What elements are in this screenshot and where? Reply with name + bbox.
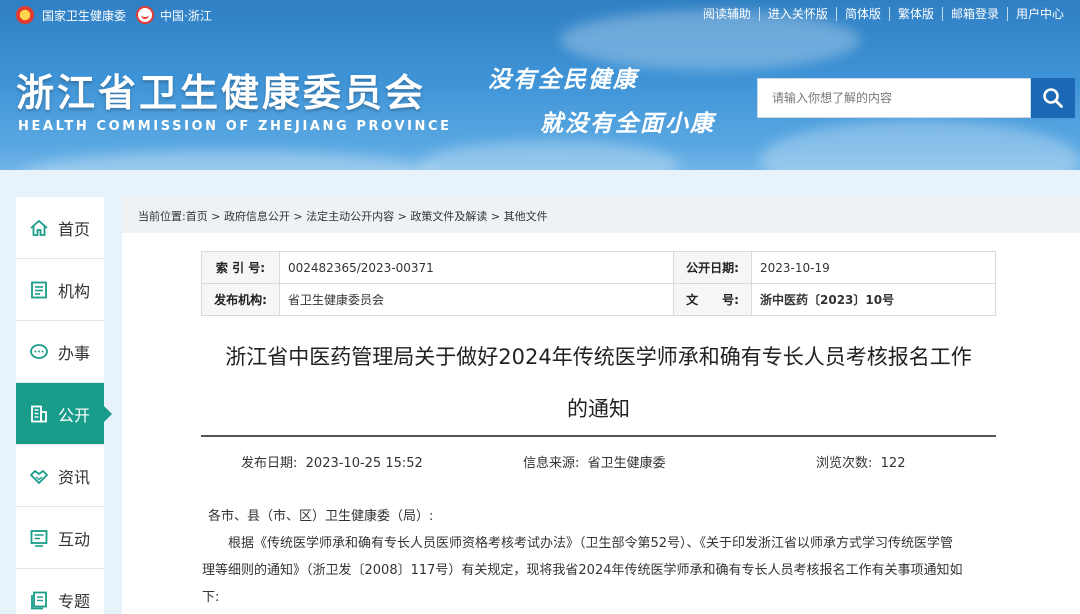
sidebar-nav: 首页 机构 办事 公开 资讯 互动 专题: [16, 197, 112, 614]
search-input[interactable]: [757, 78, 1031, 118]
breadcrumb-separator: >: [289, 210, 307, 223]
interaction-icon: [28, 527, 50, 549]
index-label: 索 引 号:: [201, 251, 280, 284]
breadcrumb-separator: >: [394, 210, 411, 223]
sidebar-item-label: 首页: [58, 219, 91, 239]
search-button[interactable]: [1031, 78, 1075, 118]
reading-assist-link[interactable]: 阅读辅助: [695, 7, 759, 21]
care-version-link[interactable]: 进入关怀版: [758, 7, 836, 21]
user-center-link[interactable]: 用户中心: [1006, 7, 1072, 21]
doc-no-label: 文 号:: [673, 283, 752, 316]
china-zhejiang-logo-icon: [136, 6, 155, 24]
zhejiang-link[interactable]: 中国·浙江: [160, 7, 212, 24]
sidebar-item-interaction[interactable]: 互动: [16, 507, 104, 569]
index-value: 002482365/2023-00371: [279, 251, 674, 284]
sidebar-item-home[interactable]: 首页: [16, 197, 104, 259]
sidebar-item-public[interactable]: 公开: [16, 383, 112, 445]
source-label: 信息来源:: [523, 456, 580, 471]
breadcrumb-home[interactable]: 首页: [186, 210, 208, 223]
release-date-value: 2023-10-25 15:52: [305, 456, 423, 471]
sidebar-item-news[interactable]: 资讯: [16, 445, 104, 507]
mail-login-link[interactable]: 邮箱登录: [941, 7, 1007, 21]
source: 信息来源: 省卫生健康委: [523, 452, 666, 471]
search-icon: [1043, 88, 1063, 108]
content-panel: 当前位置:首页 > 政府信息公开 > 法定主动公开内容 > 政策文件及解读 > …: [122, 197, 1080, 614]
sidebar-item-institutions[interactable]: 机构: [16, 259, 104, 321]
building-icon: [28, 403, 50, 425]
breadcrumb-policy[interactable]: 政策文件及解读: [410, 210, 487, 223]
sidebar-item-label: 互动: [58, 529, 91, 549]
salutation: 各市、县（市、区）卫生健康委（局）:: [208, 509, 434, 524]
source-value: 省卫生健康委: [587, 456, 666, 471]
breadcrumb-gov-info[interactable]: 政府信息公开: [224, 210, 290, 223]
paragraph-line: 理等细则的通知》（浙卫发〔2008〕117号）有关规定，现将我省2024年传统医…: [202, 563, 963, 578]
article-title-line-2: 的通知: [567, 397, 630, 421]
traditional-link[interactable]: 繁体版: [888, 7, 942, 21]
site-subtitle: HEALTH COMMISSION OF ZHEJIANG PROVINCE: [18, 119, 452, 134]
sidebar-item-label: 办事: [58, 343, 91, 363]
publish-date-label: 公开日期:: [673, 251, 752, 284]
site-header: 国家卫生健康委 中国·浙江 阅读辅助 进入关怀版 简体版 繁体版 邮箱登录 用户…: [0, 0, 1080, 196]
sidebar-item-label: 机构: [58, 281, 91, 301]
site-title: 浙江省卫生健康委员会: [16, 70, 427, 115]
document-meta-table: 索 引 号: 002482365/2023-00371 公开日期: 2023-1…: [201, 251, 996, 316]
article-title: 浙江省中医药管理局关于做好2024年传统医学师承和确有专长人员考核报名工作 的通…: [201, 331, 996, 435]
sidebar-item-label: 公开: [58, 405, 91, 425]
issuer-value: 省卫生健康委员会: [279, 283, 674, 316]
article-title-line-1: 浙江省中医药管理局关于做好2024年传统医学师承和确有专长人员考核报名工作: [225, 345, 972, 369]
release-date: 发布日期: 2023-10-25 15:52: [241, 452, 423, 471]
slogan-line-1: 没有全民健康: [488, 66, 638, 93]
chat-bubble-icon: [28, 341, 50, 363]
sidebar-item-services[interactable]: 办事: [16, 321, 104, 383]
home-icon: [28, 217, 50, 239]
gov-link[interactable]: 国家卫生健康委: [42, 7, 126, 24]
national-emblem-icon: [16, 6, 34, 24]
issuer-label: 发布机构:: [201, 283, 280, 316]
paragraph-line: 下:: [202, 590, 220, 605]
breadcrumb-separator: >: [207, 210, 224, 223]
views-value: 122: [880, 456, 906, 471]
simplified-link[interactable]: 简体版: [835, 7, 889, 21]
breadcrumb-other[interactable]: 其他文件: [504, 210, 548, 223]
breadcrumb: 当前位置:首页 > 政府信息公开 > 法定主动公开内容 > 政策文件及解读 > …: [122, 197, 1080, 233]
breadcrumb-separator: >: [487, 210, 504, 223]
publish-date-value: 2023-10-19: [751, 251, 996, 284]
breadcrumb-statutory[interactable]: 法定主动公开内容: [306, 210, 394, 223]
paragraph-line: 根据《传统医学师承和确有专长人员医师资格考核考试办法》（卫生部令第52号）、《关…: [228, 536, 954, 551]
top-links: 阅读辅助 进入关怀版 简体版 繁体版 邮箱登录 用户中心: [695, 7, 1072, 21]
release-date-label: 发布日期:: [241, 456, 298, 471]
doc-no-value: 浙中医药〔2023〕10号: [751, 283, 996, 316]
sidebar-item-label: 资讯: [58, 467, 91, 487]
article-body: 各市、县（市、区）卫生健康委（局）: 根据《传统医学师承和确有专长人员医师资格考…: [202, 503, 992, 611]
table-row: 索 引 号: 002482365/2023-00371 公开日期: 2023-1…: [201, 251, 996, 284]
table-row: 发布机构: 省卫生健康委员会 文 号: 浙中医药〔2023〕10号: [201, 283, 996, 316]
building-doc-icon: [28, 279, 50, 301]
view-count: 浏览次数: 122: [816, 452, 905, 471]
handshake-icon: [28, 465, 50, 487]
views-label: 浏览次数:: [816, 456, 873, 471]
sidebar-item-label: 专题: [58, 591, 91, 611]
sidebar-item-topics[interactable]: 专题: [16, 569, 104, 614]
top-bar: 国家卫生健康委 中国·浙江 阅读辅助 进入关怀版 简体版 繁体版 邮箱登录 用户…: [0, 0, 1080, 30]
topic-icon: [28, 589, 50, 611]
search-box: [757, 78, 1075, 118]
breadcrumb-prefix: 当前位置:: [138, 210, 186, 223]
title-divider: [201, 435, 996, 437]
slogan-line-2: 就没有全面小康: [540, 110, 715, 137]
